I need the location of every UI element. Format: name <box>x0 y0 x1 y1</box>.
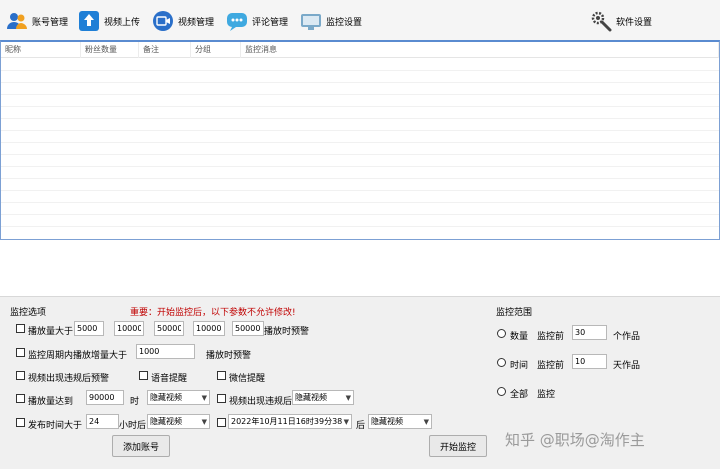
period-increase-input[interactable] <box>136 344 195 359</box>
wechat-alert-label: 微信提醒 <box>229 374 266 384</box>
start-monitor-button[interactable]: 开始监控 <box>429 435 487 457</box>
range-time-input[interactable] <box>572 354 607 369</box>
comment-management-button[interactable]: 评论管理 <box>226 8 288 34</box>
period-increase-checkbox[interactable] <box>16 348 25 357</box>
grid-header: 昵称 粉丝数量 备注 分组 监控消息 <box>1 42 719 58</box>
play-count-checkbox[interactable] <box>16 324 25 333</box>
play-threshold-1[interactable] <box>74 321 104 336</box>
range-count-label: 数量 <box>510 332 529 342</box>
options-title: 监控选项 <box>10 308 47 318</box>
range-count-radio[interactable] <box>497 329 506 338</box>
column-header[interactable]: 昵称 <box>1 42 81 58</box>
column-header[interactable]: 监控消息 <box>241 42 719 58</box>
violation-hide-checkbox[interactable] <box>217 394 226 403</box>
log-area <box>0 240 720 297</box>
play-threshold-5[interactable] <box>232 321 264 336</box>
play-threshold-4[interactable] <box>193 321 225 336</box>
comment-management-label: 评论管理 <box>252 17 289 28</box>
play-count-label: 播放量大于 <box>28 327 74 337</box>
publish-action-select[interactable]: 隐藏视频 ▼ <box>147 414 210 429</box>
range-count-prefix: 监控前 <box>537 332 565 342</box>
comment-icon <box>227 13 247 31</box>
range-title: 监控范围 <box>496 308 533 318</box>
range-time-label: 时间 <box>510 361 529 371</box>
period-warning-label: 播放时预警 <box>206 351 252 361</box>
account-management-label: 账号管理 <box>32 17 69 28</box>
datetime-checkbox[interactable] <box>217 418 226 427</box>
publish-time-checkbox[interactable] <box>16 418 25 427</box>
video-icon <box>153 11 173 31</box>
voice-alert-checkbox[interactable] <box>139 371 148 380</box>
publish-hours-unit: 小时后 <box>119 421 147 431</box>
warning-text: 重要：开始监控后，以下参数不允许修改! <box>130 308 296 318</box>
play-reach-input[interactable] <box>86 390 124 405</box>
account-management-button[interactable]: 账号管理 <box>6 8 68 34</box>
violation-warning-checkbox[interactable] <box>16 371 25 380</box>
account-grid[interactable]: 昵称 粉丝数量 备注 分组 监控消息 <box>0 40 720 240</box>
violation-action-select[interactable]: 隐藏视频 ▼ <box>292 390 354 405</box>
period-increase-label: 监控周期内播放增量大于 <box>28 351 128 361</box>
video-upload-button[interactable]: 视频上传 <box>78 8 140 34</box>
watermark: 知乎 @职场@淘作主 <box>505 431 645 449</box>
range-time-suffix: 天作品 <box>613 361 641 371</box>
publish-time-label: 发布时间大于 <box>28 421 83 431</box>
publish-hours-input[interactable] <box>86 414 119 429</box>
violation-warning-label: 视频出现违规后预警 <box>28 374 110 384</box>
gear-wrench-icon <box>591 11 612 32</box>
column-header[interactable]: 备注 <box>139 42 191 58</box>
wechat-alert-checkbox[interactable] <box>217 371 226 380</box>
range-count-suffix: 个作品 <box>613 332 641 342</box>
monitor-settings-button[interactable]: 监控设置 <box>300 8 362 34</box>
play-warning-label: 播放时预警 <box>264 327 310 337</box>
video-upload-label: 视频上传 <box>104 17 141 28</box>
software-settings-button[interactable]: 软件设置 <box>590 8 652 34</box>
users-icon <box>7 13 27 29</box>
column-header[interactable]: 分组 <box>191 42 241 58</box>
violation-hide-label: 视频出现违规后 <box>229 397 293 407</box>
datetime-after-label: 后 <box>356 421 366 431</box>
range-all-prefix: 监控 <box>537 390 556 400</box>
toolbar: 账号管理 视频上传 视频管理 评论管理 监控设置 软件设置 <box>0 0 720 40</box>
add-account-button[interactable]: 添加账号 <box>112 435 170 457</box>
grid-body <box>1 59 719 239</box>
chevron-down-icon: ▼ <box>345 393 351 402</box>
play-reach-unit: 时 <box>130 397 140 407</box>
upload-icon <box>79 11 99 31</box>
range-all-radio[interactable] <box>497 387 506 396</box>
chevron-down-icon: ▼ <box>343 417 349 426</box>
play-threshold-2[interactable] <box>114 321 144 336</box>
chevron-down-icon: ▼ <box>201 417 207 426</box>
software-settings-label: 软件设置 <box>616 17 653 28</box>
datetime-action-select[interactable]: 隐藏视频 ▼ <box>368 414 432 429</box>
column-header[interactable]: 粉丝数量 <box>81 42 139 58</box>
monitor-icon <box>301 14 321 30</box>
video-management-label: 视频管理 <box>178 17 215 28</box>
video-management-button[interactable]: 视频管理 <box>152 8 214 34</box>
range-time-prefix: 监控前 <box>537 361 565 371</box>
datetime-picker[interactable]: 2022年10月11日16时39分38 ▼ <box>228 414 352 429</box>
chevron-down-icon: ▼ <box>201 393 207 402</box>
options-panel: 监控选项 重要：开始监控后，以下参数不允许修改! 播放量大于 播放时预警 监控周… <box>0 297 720 469</box>
play-threshold-3[interactable] <box>154 321 184 336</box>
monitor-settings-label: 监控设置 <box>326 17 363 28</box>
range-time-radio[interactable] <box>497 358 506 367</box>
play-reach-checkbox[interactable] <box>16 394 25 403</box>
play-reach-action-select[interactable]: 隐藏视频 ▼ <box>147 390 210 405</box>
range-count-input[interactable] <box>572 325 607 340</box>
voice-alert-label: 语音提醒 <box>151 374 188 384</box>
range-all-label: 全部 <box>510 390 529 400</box>
chevron-down-icon: ▼ <box>423 417 429 426</box>
play-reach-label: 播放量达到 <box>28 397 74 407</box>
